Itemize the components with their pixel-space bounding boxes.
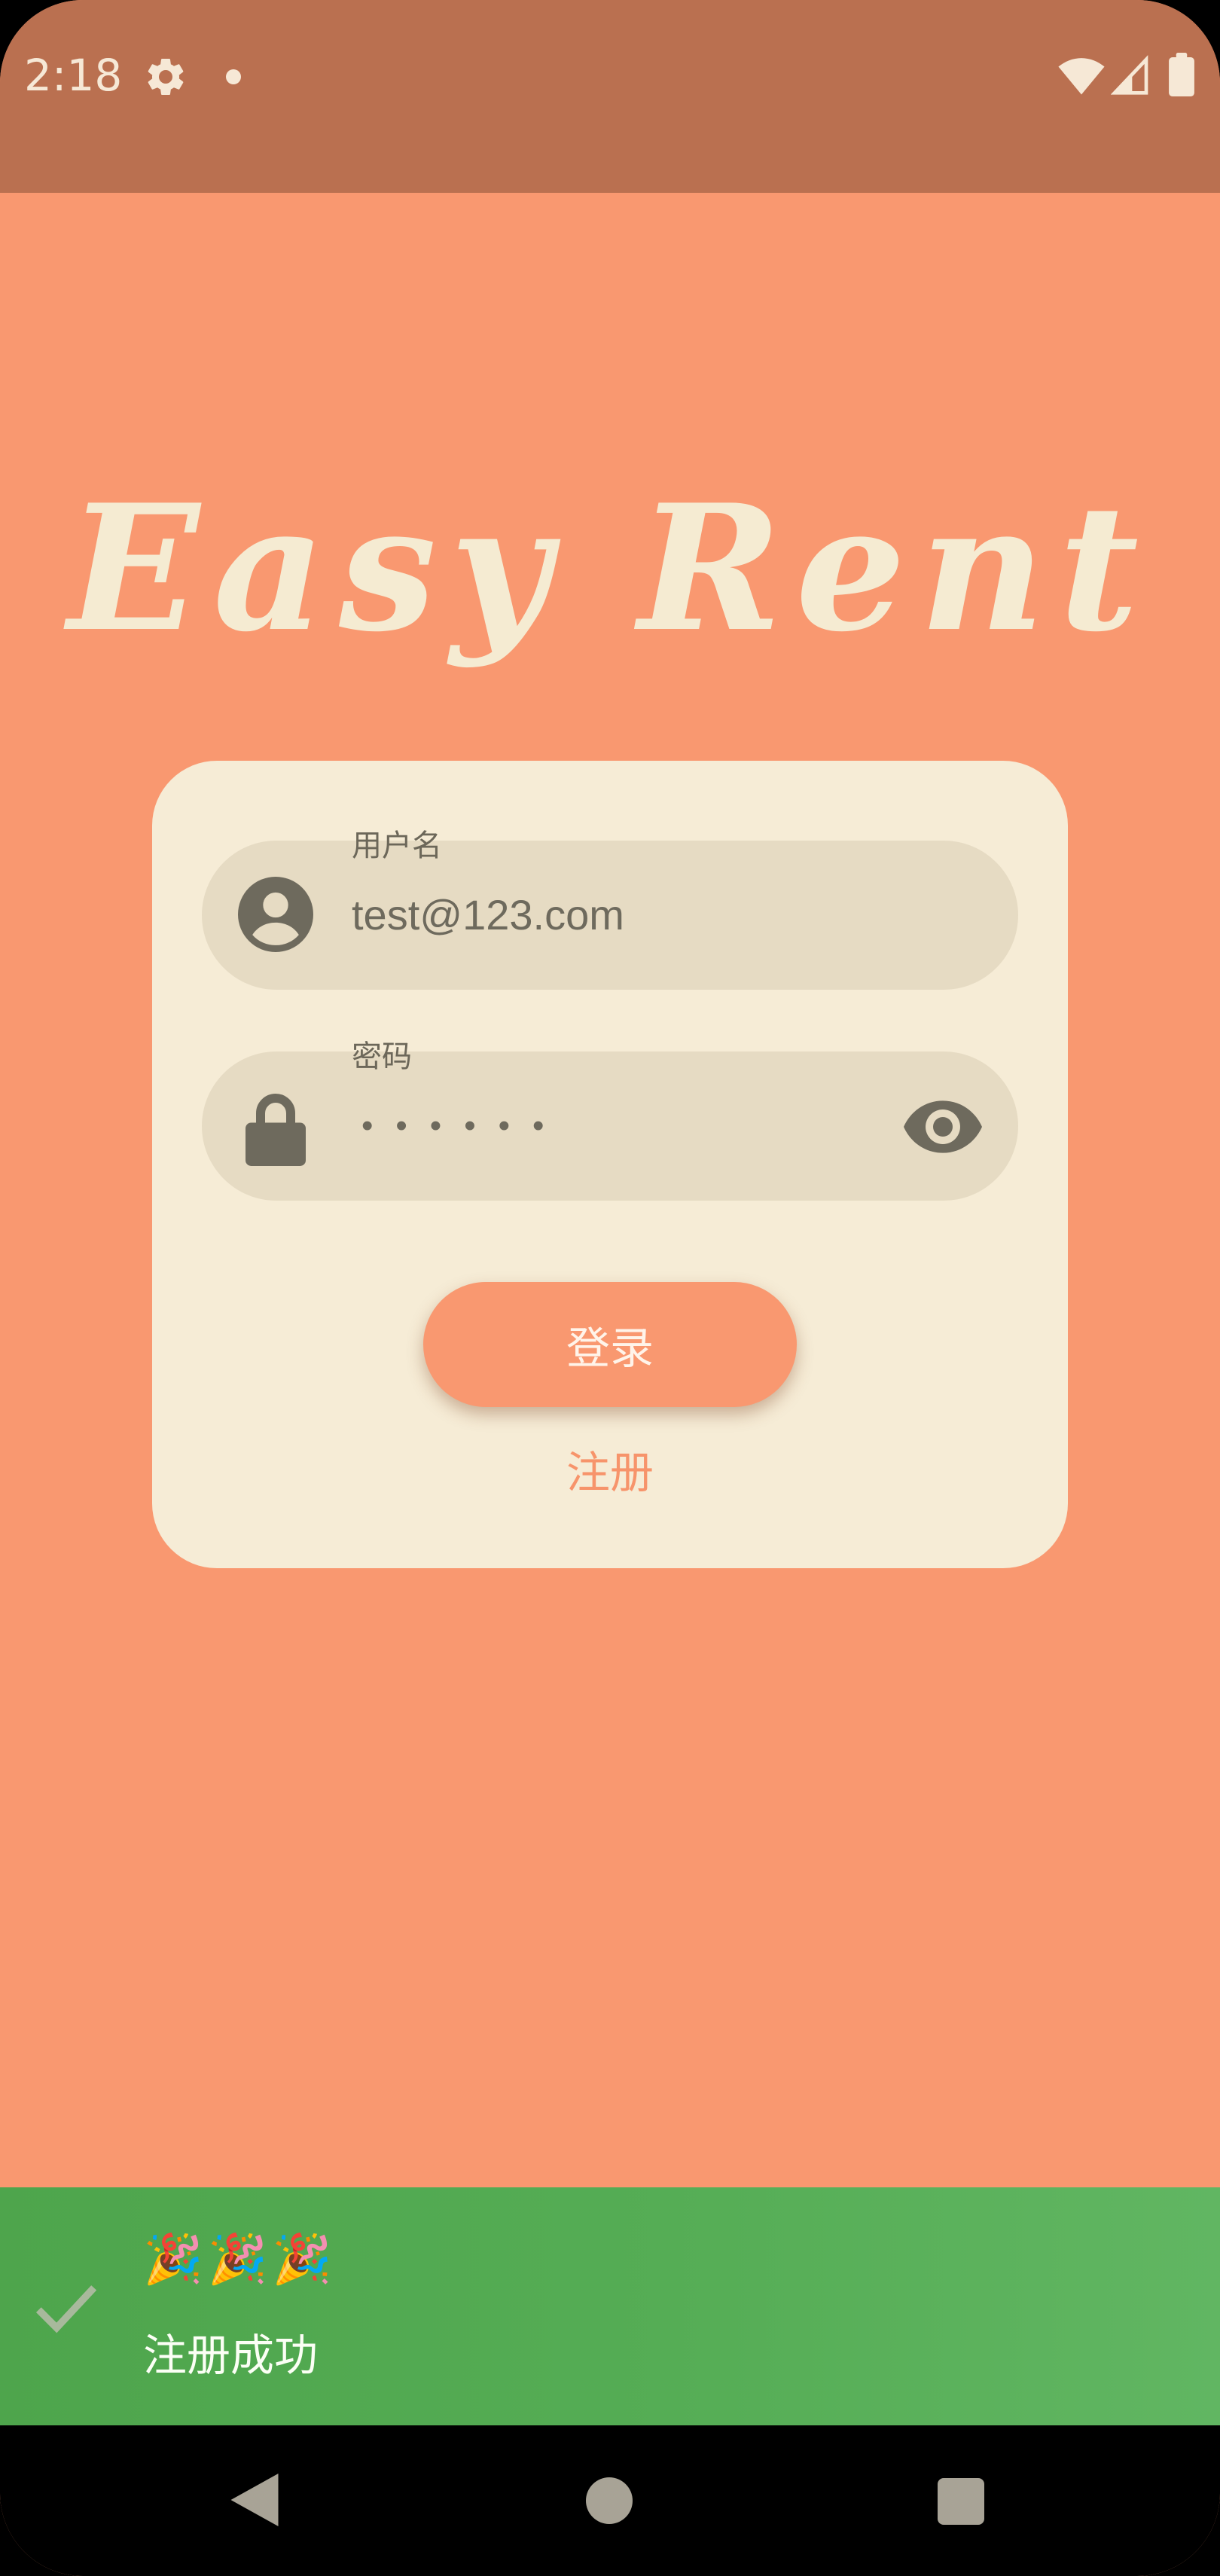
snackbar — [0, 2187, 1220, 2425]
status-bar: 2:18 — [0, 0, 1220, 193]
username-label: 用户名 — [352, 829, 442, 863]
snackbar-message: 注册成功 — [143, 2330, 319, 2381]
register-link[interactable]: 注册 — [0, 1437, 1220, 1500]
eye-icon[interactable] — [904, 1098, 982, 1155]
notification-dot-icon — [226, 69, 241, 84]
login-button[interactable]: 登录 — [423, 1282, 797, 1407]
username-value[interactable]: test@123.com — [352, 889, 624, 942]
home-icon[interactable] — [586, 2477, 633, 2524]
app-logo: Easy Rent — [67, 467, 1153, 670]
wifi-icon — [1058, 58, 1105, 95]
lock-icon — [246, 1094, 306, 1166]
battery-icon — [1169, 53, 1194, 96]
signal-icon — [1111, 55, 1148, 95]
user-icon — [238, 877, 313, 952]
status-time: 2:18 — [24, 50, 123, 101]
check-icon — [35, 2285, 97, 2333]
recents-icon[interactable] — [938, 2478, 984, 2525]
back-icon[interactable] — [230, 2474, 279, 2526]
password-field[interactable] — [202, 1051, 1018, 1201]
password-label: 密码 — [352, 1039, 412, 1074]
phone-screen: 2:18 Easy Rent 用户名 test@123.com 密码 •••••… — [0, 0, 1220, 2576]
gear-icon — [148, 58, 184, 95]
password-value[interactable]: •••••• — [361, 1100, 566, 1152]
party-popper-icons: 🎉🎉🎉 — [143, 2232, 337, 2288]
